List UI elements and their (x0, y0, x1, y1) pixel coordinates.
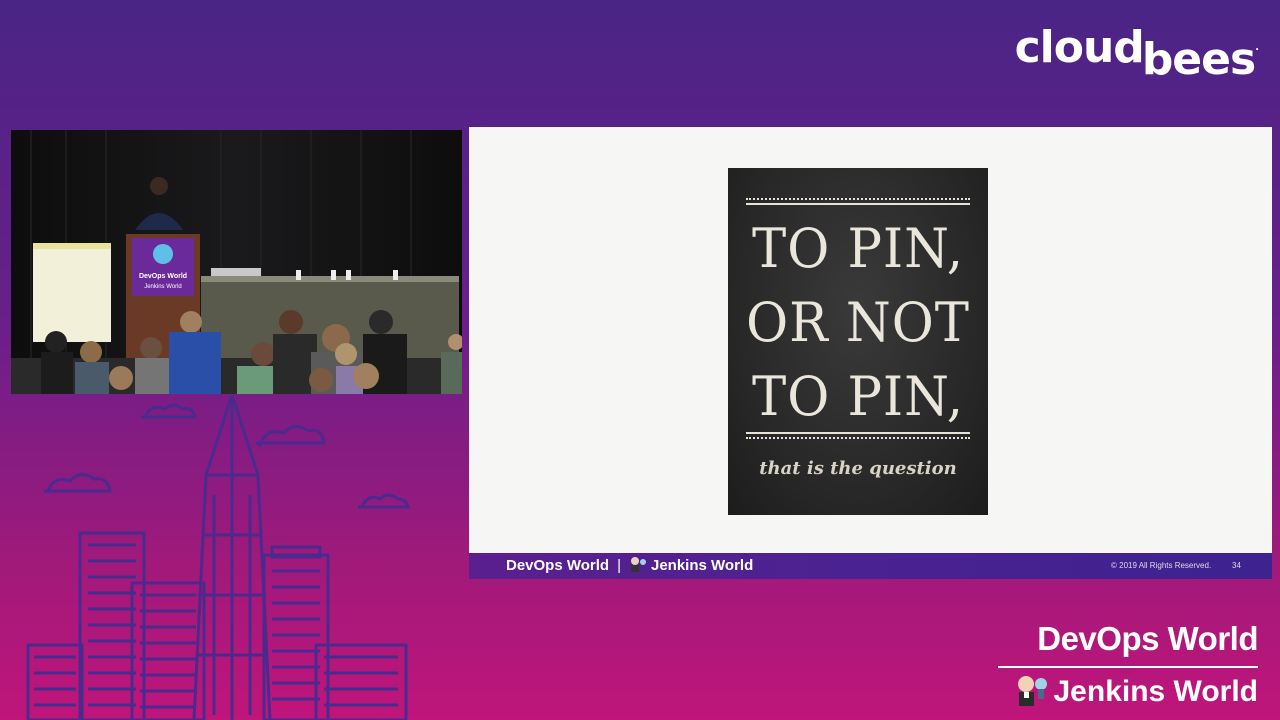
flipchart (33, 247, 111, 342)
slide-footer: DevOps World | Jenkins World © 2019 All Ri… (469, 553, 1272, 579)
poster-top-rule (746, 198, 970, 206)
slide-poster: TO PIN, OR NOT TO PIN, that is the quest… (728, 168, 988, 515)
podium-sign-line1: DevOps World (139, 273, 187, 280)
san-francisco-skyline-illustration (26, 395, 410, 720)
devops-world-logo: DevOps World (998, 620, 1259, 668)
footer-jenkins-label: Jenkins World (650, 557, 754, 574)
jenkins-butler-icon (1017, 676, 1047, 706)
event-branding: DevOps World Jenkins World (998, 620, 1259, 709)
podium-sign-line2: Jenkins World (144, 284, 182, 290)
poster-headline: TO PIN, OR NOT TO PIN, (735, 212, 982, 434)
logo-text-bees: bees (1141, 34, 1256, 85)
headline-line-2: OR NOT (746, 291, 970, 354)
slide-footer-brand: DevOps World | Jenkins World (506, 556, 753, 574)
headline-line-1: TO PIN, (752, 217, 964, 280)
presentation-slide: TO PIN, OR NOT TO PIN, that is the quest… (469, 127, 1272, 553)
jenkins-world-logo: Jenkins World (998, 674, 1258, 709)
footer-separator: | (617, 557, 621, 574)
jenkins-butler-icon (630, 557, 646, 572)
footer-devops-label: DevOps World (506, 557, 610, 574)
copyright-text: © 2019 All Rights Reserved. (1111, 561, 1212, 570)
headline-line-3: TO PIN, (752, 365, 964, 428)
logo-text-cloud: cloud (1014, 22, 1145, 73)
jenkins-world-label: Jenkins World (1053, 675, 1259, 708)
cloudbees-logo: cloudbees. (1015, 26, 1259, 82)
slide-page-number: 34 (1232, 561, 1241, 570)
poster-tagline: that is the question (759, 458, 957, 479)
speaker-video: DevOps World Jenkins World (11, 130, 462, 394)
poster-bottom-rule (746, 432, 970, 440)
logo-registered-mark: . (1255, 42, 1259, 53)
